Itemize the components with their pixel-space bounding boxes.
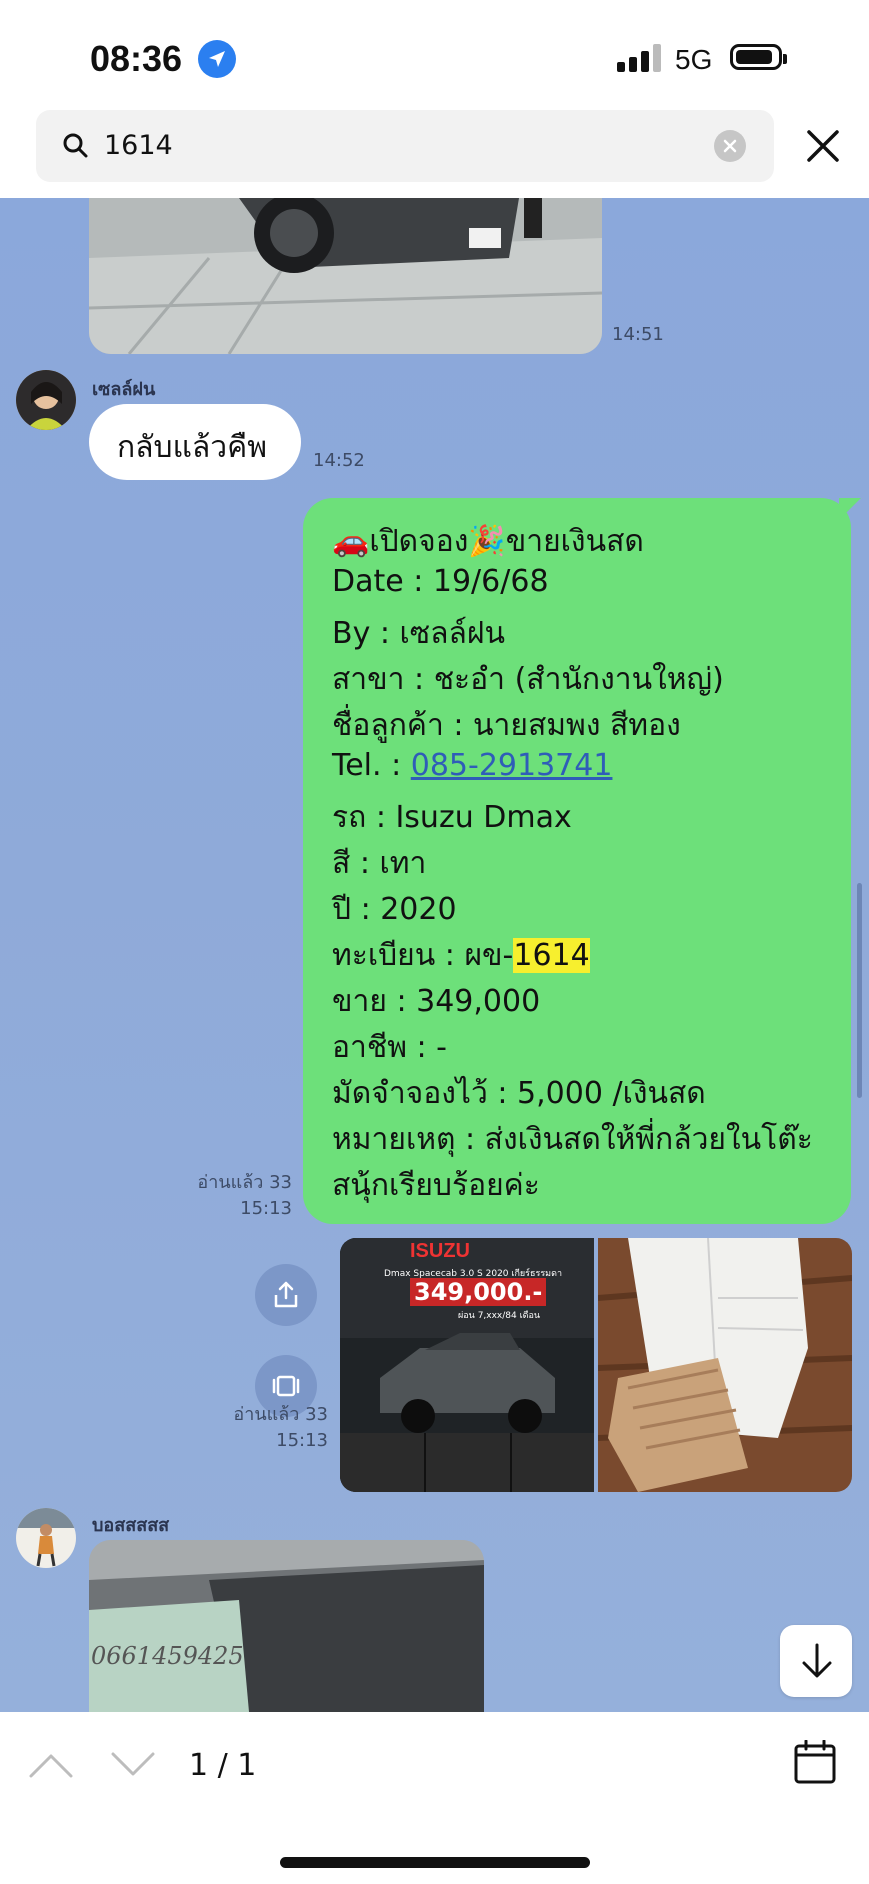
signal-icon: [617, 44, 661, 72]
home-indicator: [280, 1857, 590, 1868]
message-line: รถ : Isuzu Dmax: [332, 800, 572, 835]
battery-icon: [730, 44, 787, 70]
scrollbar[interactable]: [857, 883, 862, 1098]
chevron-down-icon[interactable]: [110, 1750, 156, 1780]
message-line: สนุ้กเรียบร้อยค่ะ: [332, 1168, 540, 1203]
message-line: สาขา : ชะอำ (สำนักงานใหญ่): [332, 662, 724, 697]
search-navigation-bar: 1 / 1: [0, 1712, 869, 1884]
car-photo-message[interactable]: [89, 198, 602, 354]
close-search-icon[interactable]: [805, 128, 841, 164]
message-time: 14:51: [612, 324, 664, 345]
sender-name: บอสสสสส: [92, 1515, 170, 1536]
location-arrow-icon: [198, 40, 236, 78]
message-line-plate: ทะเบียน : ผข-1614: [332, 938, 590, 973]
sender-name: เซลล์ฝน: [92, 379, 156, 400]
read-receipt: อ่านแล้ว 33 15:13: [233, 1404, 328, 1451]
message-line: ชื่อลูกค้า : นายสมพง สีทอง: [332, 708, 681, 743]
message-time: 14:52: [313, 450, 365, 471]
sent-message-bubble[interactable]: 🚗เปิดจอง🎉ขายเงินสด Date : 19/6/68 By : เ…: [303, 498, 861, 1224]
search-input[interactable]: 1614: [36, 110, 774, 182]
chevron-up-icon[interactable]: [28, 1750, 74, 1780]
message-line: Date : 19/6/68: [332, 564, 549, 599]
search-bar: 1614: [0, 110, 869, 198]
status-time: 08:36: [90, 38, 183, 79]
message-line-tel: Tel. : 085-2913741: [332, 748, 613, 783]
brand-logo: ISUZU: [410, 1240, 470, 1262]
message-line: มัดจำจองไว้ : 5,000 /เงินสด: [332, 1076, 706, 1111]
scroll-to-bottom-button[interactable]: [780, 1625, 852, 1697]
car-ad-photo[interactable]: ISUZU Dmax Spacecab 3.0 S 2020 เกียร์ธรร…: [340, 1238, 594, 1492]
avatar[interactable]: [16, 370, 76, 430]
calendar-icon[interactable]: [794, 1740, 836, 1784]
message-line: ขาย : 349,000: [332, 984, 541, 1019]
album-icon: [272, 1375, 300, 1397]
arrow-down-icon: [802, 1643, 832, 1678]
status-bar: 08:36 5G: [0, 0, 869, 110]
message-line: อาชีพ : -: [332, 1030, 448, 1065]
message-line: ปี : 2020: [332, 892, 457, 927]
message-line: 🚗เปิดจอง🎉ขายเงินสด: [332, 524, 644, 559]
result-counter: 1 / 1: [189, 1748, 257, 1783]
message-text: กลับแล้วคืพ: [117, 430, 267, 465]
share-icon: [274, 1281, 298, 1308]
ad-installment: ผ่อน 7,xxx/84 เดือน: [458, 1311, 541, 1321]
network-label: 5G: [675, 44, 713, 75]
clear-icon: [723, 139, 737, 153]
message-bubble[interactable]: กลับแล้วคืพ: [89, 404, 301, 480]
read-receipt: อ่านแล้ว 33 15:13: [197, 1172, 292, 1219]
share-button[interactable]: [255, 1264, 317, 1326]
message-line: หมายเหตุ : ส่งเงินสดให้พี่กล้วยในโต๊ะ: [332, 1122, 813, 1157]
avatar[interactable]: [16, 1508, 76, 1568]
clear-search-button[interactable]: [714, 130, 746, 162]
ad-price: 349,000.-: [410, 1278, 547, 1306]
phone-link[interactable]: 085-2913741: [411, 748, 613, 783]
search-query: 1614: [104, 130, 173, 161]
chat-area[interactable]: 14:51 เซลล์ฝน กลับแล้วคืพ 14:52 🚗เปิดจอง…: [0, 198, 869, 1712]
handwritten-note: 0661459425: [91, 1642, 244, 1670]
message-line: สี : เทา: [332, 846, 427, 881]
message-line: By : เซลล์ฝน: [332, 616, 505, 651]
search-highlight: 1614: [513, 938, 590, 973]
photo-message[interactable]: 0661459425: [89, 1540, 484, 1712]
search-icon: [63, 133, 88, 158]
cash-document-photo[interactable]: [598, 1238, 852, 1492]
